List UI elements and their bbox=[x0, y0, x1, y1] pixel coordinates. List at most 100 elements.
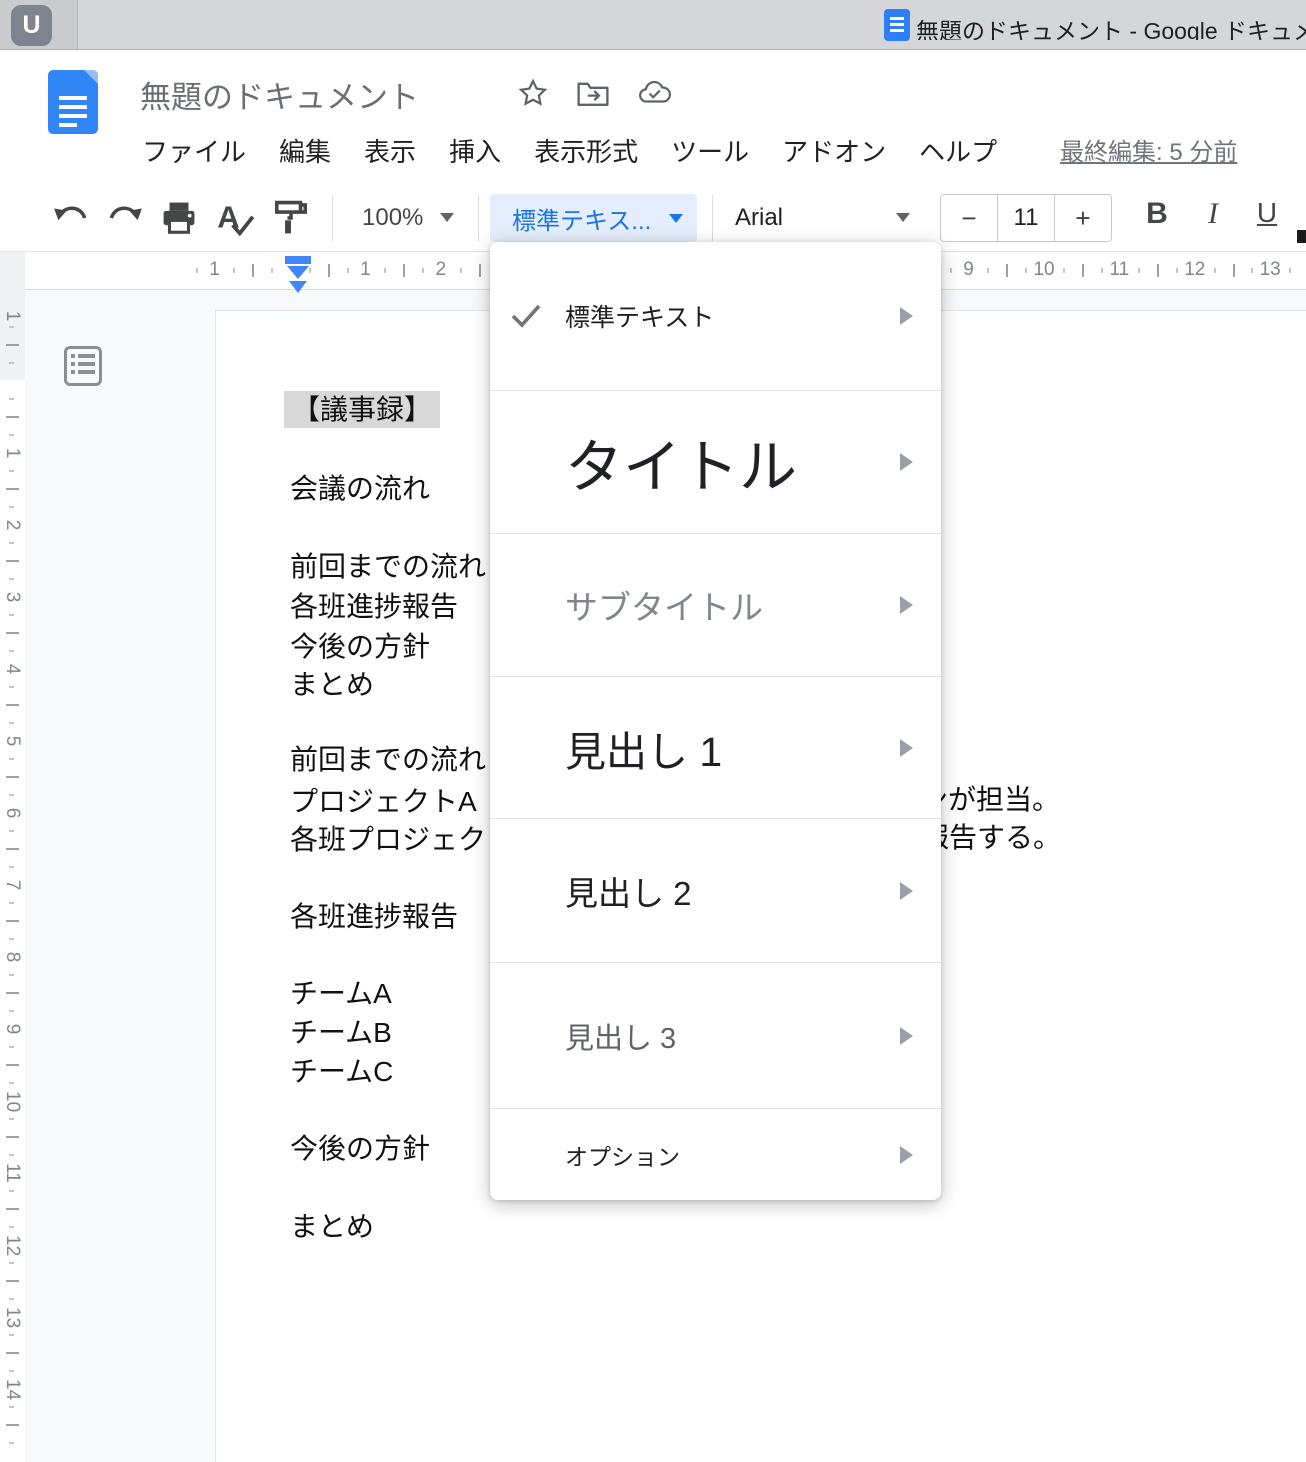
doc-text-line[interactable]: チームB bbox=[290, 1015, 392, 1051]
doc-text-line[interactable]: 各班プロジェク bbox=[290, 822, 486, 858]
vertical-ruler[interactable]: 11234567891011121314 bbox=[0, 290, 25, 1462]
underline-button[interactable]: U bbox=[1246, 197, 1288, 229]
undo-icon[interactable] bbox=[52, 199, 90, 237]
font-size-input[interactable]: 11 bbox=[997, 195, 1055, 241]
browser-profile-icon[interactable]: U bbox=[11, 5, 52, 46]
v-ruler-number: 5 bbox=[1, 731, 23, 751]
v-ruler-tick bbox=[9, 1370, 14, 1372]
v-ruler-tick bbox=[6, 344, 19, 346]
font-size-decrease-button[interactable]: − bbox=[941, 195, 997, 241]
menu-item-0[interactable]: ファイル bbox=[142, 132, 246, 168]
document-title[interactable]: 無題のドキュメント bbox=[140, 72, 419, 117]
styles-menu-item-label: タイトル bbox=[565, 420, 797, 504]
font-size-increase-button[interactable]: + bbox=[1055, 195, 1111, 241]
styles-menu-item-h2[interactable]: 見出し 2 bbox=[490, 818, 941, 962]
styles-menu-item-h3[interactable]: 見出し 3 bbox=[490, 962, 941, 1108]
styles-menu-item-normal[interactable]: 標準テキスト bbox=[490, 242, 941, 390]
toolbar-separator bbox=[478, 195, 479, 241]
docs-logo-icon[interactable] bbox=[48, 70, 98, 134]
doc-text-line[interactable]: 報告する。 bbox=[921, 820, 1061, 856]
h-ruler-tick bbox=[347, 268, 349, 273]
menu-item-6[interactable]: アドオン bbox=[782, 132, 886, 168]
v-ruler-tick bbox=[9, 1010, 14, 1012]
h-ruler-tick bbox=[1063, 268, 1065, 273]
doc-text-line[interactable]: まとめ bbox=[290, 667, 374, 703]
h-ruler-tick bbox=[1006, 264, 1008, 277]
h-ruler-tick bbox=[1214, 268, 1216, 273]
styles-menu-item-subtitle[interactable]: サブタイトル bbox=[490, 533, 941, 676]
v-ruler-tick bbox=[9, 758, 14, 760]
browser-tab[interactable]: 無題のドキュメント - Google ドキュメン bbox=[880, 0, 1306, 49]
doc-text-line[interactable]: 【議事録】 bbox=[284, 392, 440, 428]
styles-menu-item-options[interactable]: オプション bbox=[490, 1108, 941, 1200]
text-color-icon-fragment[interactable] bbox=[1297, 230, 1306, 243]
browser-toolbar-left: U bbox=[0, 0, 78, 49]
v-ruler-tick bbox=[9, 614, 14, 616]
v-ruler-tick bbox=[9, 398, 14, 400]
doc-text-line[interactable]: 各班進捗報告 bbox=[290, 589, 458, 625]
menu-item-5[interactable]: ツール bbox=[671, 132, 749, 168]
h-ruler-number: 11 bbox=[1110, 259, 1130, 281]
doc-text-line[interactable]: プロジェクトA bbox=[290, 784, 477, 820]
cloud-saved-icon[interactable] bbox=[638, 78, 672, 108]
menu-item-2[interactable]: 表示 bbox=[364, 132, 416, 168]
italic-button[interactable]: I bbox=[1192, 197, 1234, 231]
v-ruler-tick bbox=[9, 1298, 14, 1300]
doc-text-line[interactable]: 各班進捗報告 bbox=[290, 899, 458, 935]
v-ruler-tick bbox=[6, 848, 19, 850]
check-icon bbox=[510, 303, 542, 329]
v-ruler-tick bbox=[9, 1118, 14, 1120]
docs-favicon-icon bbox=[884, 9, 910, 41]
paint-format-icon[interactable] bbox=[272, 199, 310, 237]
menu-item-7[interactable]: ヘルプ bbox=[919, 132, 997, 168]
font-caret-icon bbox=[896, 213, 910, 222]
h-ruler-tick bbox=[479, 264, 481, 277]
v-ruler-tick bbox=[6, 1352, 19, 1354]
bold-button[interactable]: B bbox=[1136, 197, 1178, 231]
indent-marker[interactable] bbox=[278, 255, 318, 297]
v-ruler-tick bbox=[9, 974, 14, 976]
star-icon[interactable] bbox=[516, 78, 550, 108]
doc-text-line[interactable]: チームA bbox=[290, 976, 392, 1012]
v-ruler-tick bbox=[9, 686, 14, 688]
h-ruler-number: 2 bbox=[436, 259, 447, 281]
v-ruler-tick bbox=[9, 1154, 14, 1156]
styles-menu-item-label: 見出し 2 bbox=[565, 867, 692, 915]
v-ruler-tick bbox=[9, 938, 14, 940]
v-ruler-number: 13 bbox=[1, 1307, 23, 1327]
v-ruler-tick bbox=[9, 722, 14, 724]
v-ruler-tick bbox=[6, 416, 19, 418]
zoom-select[interactable]: 100% bbox=[362, 204, 423, 232]
redo-icon[interactable] bbox=[106, 199, 144, 237]
v-ruler-tick bbox=[9, 1442, 14, 1444]
h-ruler-number: 13 bbox=[1260, 259, 1281, 281]
last-edit-link[interactable]: 最終編集: 5 分前 bbox=[1060, 132, 1237, 167]
doc-text-line[interactable]: まとめ bbox=[290, 1209, 374, 1245]
styles-menu-item-title[interactable]: タイトル bbox=[490, 390, 941, 533]
v-ruler-tick bbox=[9, 578, 14, 580]
document-outline-icon[interactable] bbox=[64, 346, 102, 386]
menu-item-1[interactable]: 編集 bbox=[279, 132, 331, 168]
submenu-arrow-icon bbox=[900, 596, 913, 614]
font-family-select[interactable]: Arial bbox=[735, 204, 783, 232]
menu-item-4[interactable]: 表示形式 bbox=[534, 132, 638, 168]
print-icon[interactable] bbox=[160, 199, 198, 237]
doc-text-line[interactable]: ンが担当。 bbox=[920, 782, 1060, 818]
doc-text-line[interactable]: 今後の方針 bbox=[290, 629, 430, 665]
v-ruler-tick bbox=[6, 776, 19, 778]
browser-tab-strip: U 無題のドキュメント - Google ドキュメン bbox=[0, 0, 1306, 50]
doc-text-line[interactable]: チームC bbox=[290, 1054, 393, 1090]
doc-text-line[interactable]: 会議の流れ bbox=[290, 471, 430, 507]
paragraph-style-select[interactable]: 標準テキス... bbox=[490, 194, 697, 242]
move-folder-icon[interactable] bbox=[576, 78, 610, 108]
styles-menu-item-h1[interactable]: 見出し 1 bbox=[490, 676, 941, 818]
v-ruler-tick bbox=[6, 632, 19, 634]
v-ruler-tick bbox=[9, 470, 14, 472]
v-ruler-tick bbox=[9, 1406, 14, 1408]
tab-title: 無題のドキュメント - Google ドキュメン bbox=[916, 12, 1306, 40]
menu-item-3[interactable]: 挿入 bbox=[449, 132, 501, 168]
doc-text-line[interactable]: 今後の方針 bbox=[290, 1131, 430, 1167]
doc-text-line[interactable]: 前回までの流れ bbox=[290, 549, 486, 585]
spellcheck-icon[interactable]: A bbox=[216, 199, 254, 237]
doc-text-line[interactable]: 前回までの流れ bbox=[290, 742, 486, 778]
